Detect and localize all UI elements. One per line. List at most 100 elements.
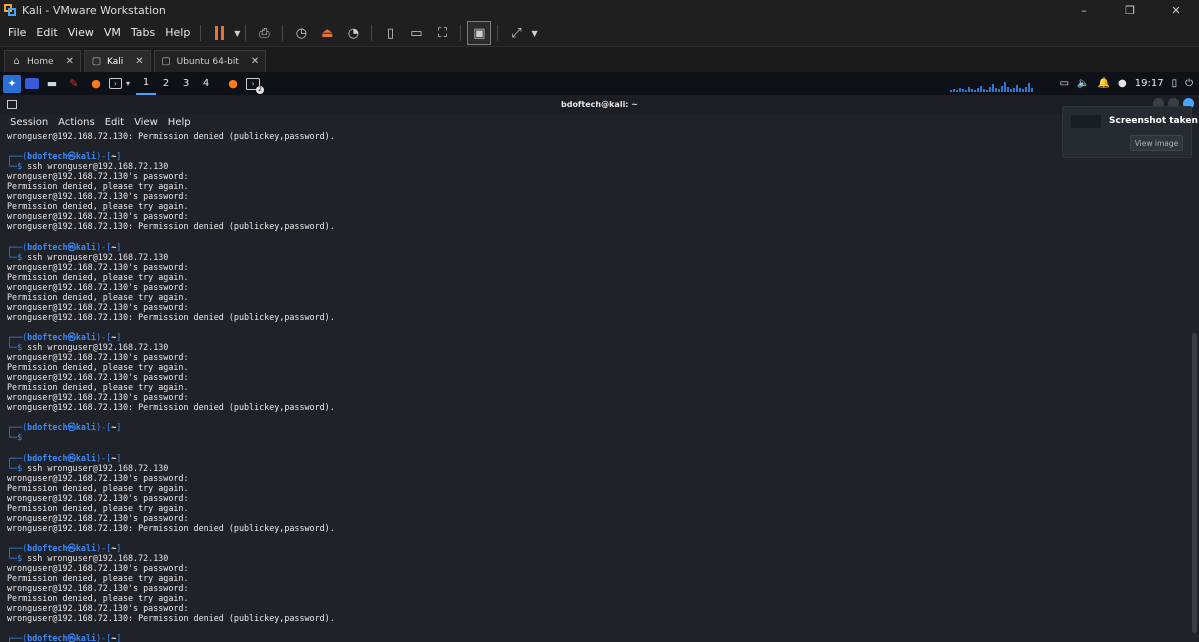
menu-view[interactable]: View (63, 20, 99, 46)
stretch-guest-button[interactable]: ⤢ (505, 22, 527, 44)
close-icon[interactable]: ✕ (251, 56, 259, 67)
toolbar-divider (282, 25, 284, 41)
vmware-title-bar: Kali - VMware Workstation – ❐ ✕ (0, 0, 1199, 20)
prompt-command: ssh wronguser@192.168.72.130 (27, 251, 169, 262)
snapshot-manager-button[interactable]: ◔ (342, 22, 364, 44)
terminal-output[interactable]: wronguser@192.168.72.130: Permission den… (0, 131, 1188, 642)
terminal-count-badge: 2 (256, 85, 265, 94)
chevron-down-icon[interactable]: ▼ (531, 29, 537, 38)
prompt-command-line: └─$ ssh wronguser@192.168.72.130 (7, 553, 1188, 563)
clock[interactable]: 19:17 (1135, 78, 1164, 89)
prompt-user-line: ┌──(bdoftech㉿kali)-[~] (7, 452, 122, 463)
prompt-command-line: └─$ ssh wronguser@192.168.72.130 (7, 342, 1188, 352)
prompt-dir: ~ (111, 151, 117, 162)
console-view-button[interactable]: ▣ (467, 21, 492, 45)
lock-icon[interactable]: ▯ (1172, 78, 1178, 89)
revert-icon: ⏏ (321, 25, 334, 41)
fullscreen-icon: ⛶ (437, 25, 447, 41)
close-icon[interactable]: ✕ (135, 56, 143, 67)
terminal-output-line: wronguser@192.168.72.130: Permission den… (7, 311, 335, 322)
menu-edit[interactable]: Edit (105, 117, 124, 128)
workspace-4[interactable]: 4 (196, 72, 216, 95)
terminal-taskbar-icon[interactable]: › 2 (246, 77, 265, 94)
menu-tabs[interactable]: Tabs (126, 20, 160, 46)
terminal-output-line: wronguser@192.168.72.130's password: (7, 281, 189, 292)
prompt-command: ssh wronguser@192.168.72.130 (27, 552, 169, 563)
menu-help[interactable]: Help (168, 117, 191, 128)
workspace-1[interactable]: 1 (136, 72, 157, 95)
tab-label: Home (27, 56, 54, 67)
prompt-symbol: └─$ (7, 432, 28, 443)
tab-kali[interactable]: ▢ Kali ✕ (83, 50, 151, 72)
full-screen-button[interactable]: ⛶ (431, 22, 453, 44)
chevron-down-icon[interactable]: ▼ (234, 29, 240, 38)
pause-icon (214, 26, 224, 40)
terminal-scrollbar[interactable] (1192, 333, 1197, 633)
terminal-window: bdoftech@kali: ~ Session Actions Edit Vi… (0, 95, 1199, 642)
menu-edit[interactable]: Edit (31, 20, 62, 46)
power-status-icon[interactable]: ● (1118, 78, 1127, 89)
file-manager-icon[interactable]: ▬ (43, 75, 61, 93)
tab-label: Ubuntu 64-bit (176, 56, 239, 67)
screenshot-notification[interactable]: Screenshot taken View image (1062, 106, 1198, 158)
menu-view[interactable]: View (134, 117, 158, 128)
workspace-2[interactable]: 2 (156, 72, 176, 95)
tab-ubuntu[interactable]: ▢ Ubuntu 64-bit ✕ (153, 50, 267, 72)
firefox-icon[interactable]: ● (87, 75, 105, 93)
prompt-symbol: └─$ (7, 341, 28, 352)
tab-home[interactable]: ⌂ Home ✕ (4, 50, 81, 72)
console-icon: ▣ (473, 25, 486, 41)
menu-actions[interactable]: Actions (58, 117, 95, 128)
stretch-icon: ⤢ (511, 25, 522, 41)
terminal-output-line: wronguser@192.168.72.130's password: (7, 583, 189, 594)
send-ctrl-alt-del-button[interactable]: ⎙ (253, 22, 275, 44)
window-switcher-icon[interactable]: ▭ (1060, 78, 1069, 89)
notification-bell-icon[interactable]: 🔔 (1098, 78, 1110, 89)
menu-vm[interactable]: VM (99, 20, 126, 46)
kali-menu-icon[interactable]: ✦ (3, 74, 21, 93)
power-icon[interactable]: ⏻ (1185, 78, 1193, 89)
thumbnail-bar-button[interactable]: ▭ (405, 22, 427, 44)
menu-help[interactable]: Help (160, 20, 195, 46)
menu-file[interactable]: File (0, 20, 31, 46)
cpu-graph (950, 75, 1038, 92)
show-library-button[interactable]: ▯ (379, 22, 401, 44)
terminal-output-line: wronguser@192.168.72.130's password: (7, 472, 189, 483)
terminal-output-line: Permission denied, please try again. (7, 201, 189, 212)
restore-button[interactable]: ❐ (1107, 0, 1153, 20)
toolbar-divider (371, 25, 373, 41)
menu-session[interactable]: Session (10, 117, 48, 128)
chevron-down-icon[interactable]: ▾ (126, 79, 130, 88)
terminal-output-line: wronguser@192.168.72.130: Permission den… (7, 522, 335, 533)
revert-snapshot-button[interactable]: ⏏ (316, 22, 338, 44)
vm-icon: ▢ (161, 56, 171, 67)
terminal-menubar: Session Actions Edit View Help (0, 114, 1199, 131)
view-image-button[interactable]: View image (1130, 135, 1183, 151)
close-icon[interactable]: ✕ (66, 56, 74, 67)
minimize-button[interactable]: – (1061, 0, 1107, 20)
volume-icon[interactable]: 🔈 (1077, 78, 1089, 89)
window-controls: – ❐ ✕ (1061, 0, 1199, 20)
prompt-user-line: ┌──(bdoftech㉿kali)-[~] (7, 422, 122, 433)
terminal-title-bar: bdoftech@kali: ~ (0, 95, 1199, 114)
close-button[interactable]: ✕ (1153, 0, 1199, 20)
terminal-window-icon (7, 100, 17, 109)
terminal-output-line: Permission denied, please try again. (7, 181, 189, 192)
text-editor-icon[interactable]: ✎ (65, 75, 83, 93)
vmware-logo-icon (4, 4, 16, 16)
terminal-output-line: wronguser@192.168.72.130's password: (7, 392, 189, 403)
prompt-dir: ~ (111, 633, 117, 642)
snapshot-button[interactable]: ◷ (290, 22, 312, 44)
desktop-icon[interactable] (25, 78, 39, 89)
prompt-user: bdoftech㉿kali (27, 241, 97, 252)
tab-label: Kali (106, 56, 124, 67)
notification-title: Screenshot taken (1109, 116, 1198, 126)
prompt-dir: ~ (111, 422, 117, 433)
terminal-icon[interactable]: › (109, 78, 122, 89)
firefox-taskbar-icon[interactable]: ● (224, 75, 242, 93)
pause-button[interactable] (208, 22, 230, 44)
workspace-3[interactable]: 3 (176, 72, 196, 95)
